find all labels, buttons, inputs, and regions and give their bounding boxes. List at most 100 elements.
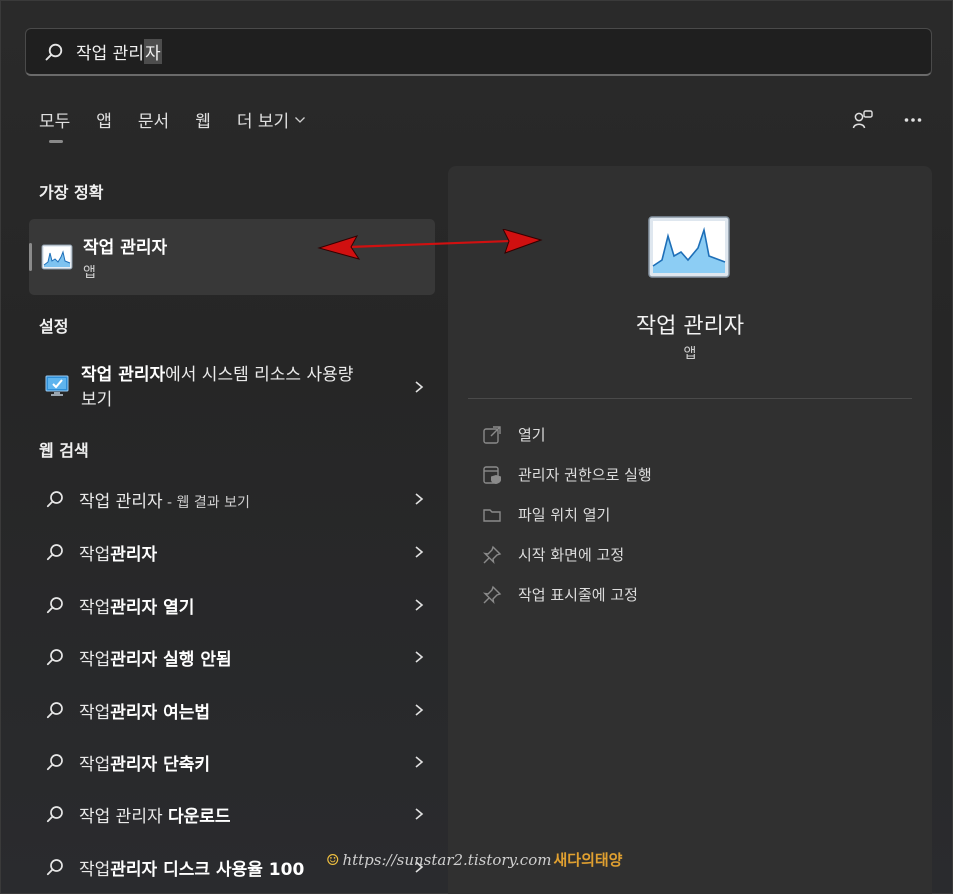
action-open-label: 열기 — [518, 426, 546, 444]
tab-web[interactable]: 웹 — [195, 107, 211, 132]
web-search-item-label: 작업 관리자 다운로드 — [79, 802, 231, 827]
chevron-right-icon — [415, 546, 424, 558]
monitor-settings-icon — [45, 375, 69, 396]
search-query: 작업 관리 자 — [76, 39, 162, 64]
divider — [468, 398, 912, 399]
web-search-item[interactable]: 작업관리자 여는법 — [45, 690, 425, 730]
web-item-bold: 관리자 디스크 사용율 100 — [110, 859, 305, 880]
web-search-item[interactable]: 작업 관리자 다운로드 — [45, 794, 425, 834]
search-query-selected: 자 — [143, 39, 162, 64]
chevron-right-icon — [415, 808, 424, 820]
open-icon — [483, 425, 501, 444]
chevron-right-icon — [415, 493, 424, 505]
search-icon — [46, 597, 63, 614]
action-pin-to-start-label: 시작 화면에 고정 — [518, 546, 625, 564]
best-match-text: 작업 관리자 앱 — [83, 233, 167, 282]
task-manager-large-icon — [648, 216, 730, 278]
chevron-right-icon — [415, 704, 424, 716]
chevron-down-icon — [295, 116, 306, 123]
best-match-subtitle: 앱 — [83, 264, 96, 281]
account-switch-icon[interactable] — [852, 109, 874, 131]
admin-icon — [483, 465, 501, 484]
preview-title: 작업 관리자 — [635, 314, 745, 339]
preview-pane: 작업 관리자 앱 열기 관리자 권한으로 실행 파일 위치 열기 시작 화면에 … — [448, 166, 932, 894]
web-item-bold: 관리자 실행 안됨 — [110, 649, 232, 670]
pin-icon — [482, 545, 502, 564]
tab-apps[interactable]: 앱 — [96, 107, 112, 132]
web-search-item-label: 작업관리자 열기 — [79, 593, 194, 618]
watermark-name: 새다의태양 — [553, 851, 623, 869]
search-icon — [46, 702, 63, 719]
selection-indicator — [29, 243, 32, 271]
search-query-text: 작업 관리 — [76, 44, 144, 64]
web-item-bold: 관리자 열기 — [110, 597, 195, 618]
chevron-right-icon — [415, 756, 424, 768]
web-search-item[interactable]: 작업관리자 열기 — [45, 585, 425, 625]
web-item-plain: 작업 — [79, 649, 111, 670]
tab-all[interactable]: 모두 — [39, 107, 70, 143]
web-search-item[interactable]: 작업관리자 — [45, 532, 425, 572]
action-pin-to-taskbar[interactable]: 작업 표시줄에 고정 — [482, 584, 638, 605]
search-icon — [46, 859, 63, 876]
settings-result-bold: 작업 관리자 — [81, 365, 166, 385]
tab-more[interactable]: 더 보기 — [237, 107, 306, 132]
web-search-item-label: 작업관리자 디스크 사용율 100 — [79, 855, 304, 880]
web-search-item[interactable]: 작업 관리자 - 웹 결과 보기 — [45, 479, 425, 519]
web-item-bold: 다운로드 — [168, 806, 231, 827]
section-web-search: 웹 검색 — [39, 441, 89, 460]
web-search-item-label: 작업 관리자 - 웹 결과 보기 — [79, 487, 250, 512]
watermark-url: https://sunstar2.tistory.com — [342, 850, 552, 869]
web-search-item-label: 작업관리자 — [79, 540, 157, 565]
web-item-plain: 작업 관리자 — [79, 806, 169, 827]
web-item-plain: 작업 — [79, 597, 111, 618]
search-input[interactable]: 작업 관리 자 — [25, 28, 932, 76]
web-search-item[interactable]: 작업관리자 단축키 — [45, 742, 425, 782]
web-item-bold: 관리자 — [110, 544, 158, 565]
web-search-item[interactable]: 작업관리자 실행 안됨 — [45, 637, 425, 677]
best-match-title: 작업 관리자 — [83, 237, 168, 258]
annotation-arrow — [317, 229, 543, 260]
chevron-right-icon — [415, 381, 424, 393]
action-open-file-location[interactable]: 파일 위치 열기 — [482, 504, 610, 525]
web-item-plain: 작업 — [79, 702, 111, 723]
web-search-item-label: 작업관리자 단축키 — [79, 750, 210, 775]
folder-icon — [483, 508, 501, 522]
web-item-suffix: - 웹 결과 보기 — [162, 494, 250, 511]
watermark: ☺ https://sunstar2.tistory.com 새다의태양 — [326, 849, 622, 870]
action-pin-to-taskbar-label: 작업 표시줄에 고정 — [518, 586, 638, 604]
task-manager-icon — [41, 244, 73, 270]
filter-tabs: 모두 앱 문서 웹 더 보기 — [39, 107, 332, 143]
tab-more-label: 더 보기 — [236, 112, 290, 132]
web-item-plain: 작업 — [79, 754, 111, 775]
settings-result[interactable]: 작업 관리자에서 시스템 리소스 사용량 보기 — [45, 363, 425, 413]
web-item-plain: 작업 — [79, 859, 111, 880]
action-run-as-admin-label: 관리자 권한으로 실행 — [518, 466, 652, 484]
web-item-plain: 작업 — [79, 544, 111, 565]
action-pin-to-start[interactable]: 시작 화면에 고정 — [482, 544, 624, 565]
search-icon — [46, 491, 63, 508]
preview-subtitle: 앱 — [683, 346, 697, 362]
smiley-icon: ☺ — [326, 850, 340, 869]
chevron-right-icon — [415, 651, 424, 663]
more-options-icon[interactable] — [904, 117, 922, 123]
web-item-bold: 관리자 단축키 — [110, 754, 211, 775]
search-icon — [46, 754, 63, 771]
web-search-item-label: 작업관리자 여는법 — [79, 698, 210, 723]
search-icon — [45, 43, 63, 60]
web-item-bold: 관리자 여는법 — [110, 702, 211, 723]
action-run-as-admin[interactable]: 관리자 권한으로 실행 — [482, 464, 652, 485]
web-item-plain: 작업 관리자 — [79, 491, 163, 512]
web-search-item-label: 작업관리자 실행 안됨 — [79, 645, 232, 670]
pin-icon — [482, 585, 502, 604]
search-window: 작업 관리 자 모두 앱 문서 웹 더 보기 가장 정확 작업 관리자 앱 설정… — [0, 0, 953, 894]
search-icon — [46, 649, 63, 666]
settings-result-label: 작업 관리자에서 시스템 리소스 사용량 보기 — [81, 363, 371, 413]
search-icon — [46, 544, 63, 561]
tab-documents[interactable]: 문서 — [138, 107, 169, 132]
chevron-right-icon — [415, 599, 424, 611]
section-settings: 설정 — [39, 317, 69, 336]
action-open-file-location-label: 파일 위치 열기 — [518, 506, 611, 524]
search-icon — [46, 806, 63, 823]
top-right-actions — [852, 109, 922, 131]
action-open[interactable]: 열기 — [482, 424, 546, 445]
